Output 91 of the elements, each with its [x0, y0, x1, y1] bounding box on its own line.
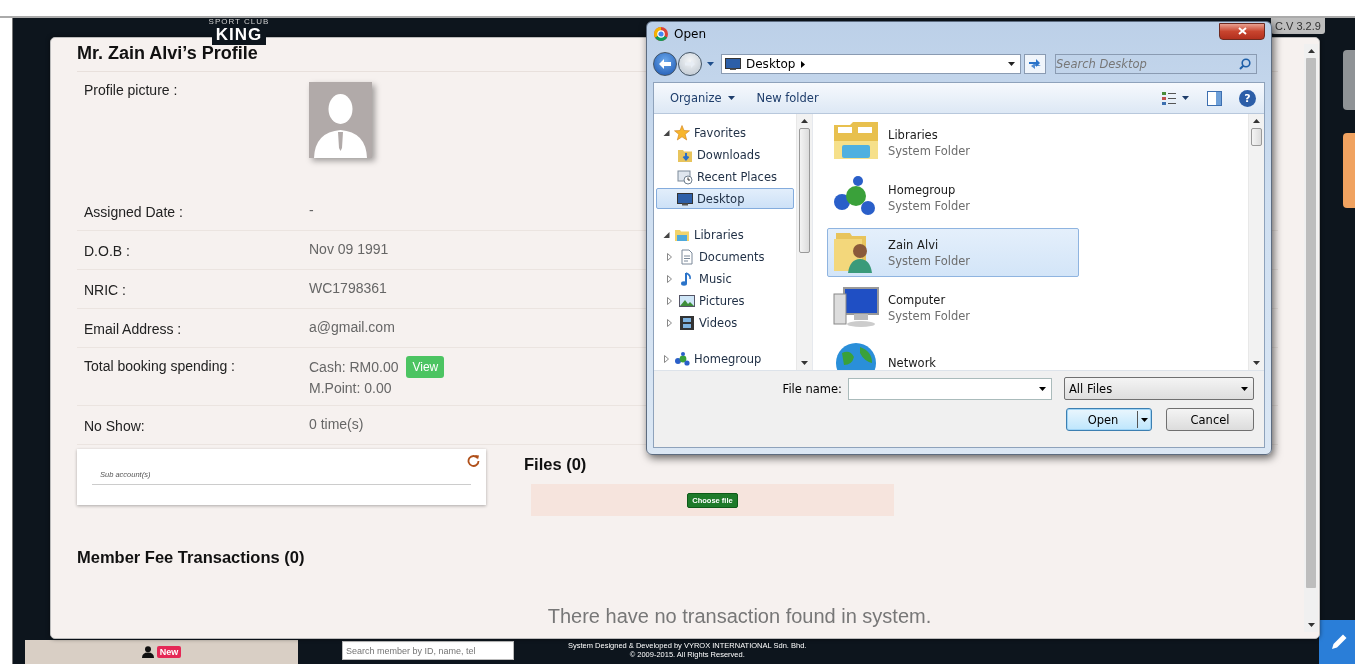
address-bar[interactable]: Desktop: [721, 54, 1021, 74]
recent-places-icon: [677, 168, 693, 185]
field-value: WC1798361: [309, 279, 387, 298]
nav-item[interactable]: Documents: [656, 246, 794, 267]
logo-text: KING: [211, 26, 267, 45]
cancel-button[interactable]: Cancel: [1166, 408, 1254, 431]
dialog-title: Open: [674, 27, 708, 41]
preview-pane-icon: [1207, 90, 1222, 106]
refresh-arrows-icon: [1028, 58, 1042, 70]
nav-item[interactable]: Music: [656, 268, 794, 289]
field-label: Profile picture :: [84, 81, 179, 100]
field-value: -: [309, 201, 314, 220]
file-name-label: File name:: [782, 381, 842, 396]
nav-item[interactable]: Pictures: [656, 290, 794, 311]
member-search-field[interactable]: Search member by ID, name, tel: [342, 641, 514, 660]
logo-subtitle: SPORT CLUB: [207, 18, 271, 26]
file-name-field[interactable]: [848, 377, 1052, 400]
nav-item[interactable]: Videos: [656, 312, 794, 333]
field-label: Total booking spending :: [84, 357, 236, 376]
scroll-up-arrow-icon: [1307, 49, 1315, 53]
field-label: D.O.B :: [84, 242, 131, 261]
files-title: Files (0): [524, 455, 588, 474]
nav-item[interactable]: Desktop: [656, 188, 794, 209]
member-panel[interactable]: New: [25, 640, 298, 664]
dropdown-arrow-icon: [1039, 386, 1046, 391]
empty-message: There have no transaction found in system.: [546, 605, 933, 628]
dropdown-arrow-icon: [1008, 62, 1015, 66]
view-list-icon: [1162, 91, 1176, 105]
back-arrow-icon: [659, 59, 671, 69]
field-label: NRIC :: [84, 281, 127, 300]
monitor-icon: [725, 58, 741, 70]
nav-item[interactable]: Favorites: [656, 122, 794, 143]
scrollbar-thumb[interactable]: [799, 128, 810, 253]
dropdown-arrow-icon: [1141, 417, 1148, 422]
scrollbar-thumb[interactable]: [1251, 128, 1262, 146]
close-icon: [1237, 27, 1247, 35]
scroll-up-arrow-icon: [801, 119, 808, 123]
edit-button[interactable]: [1319, 620, 1355, 664]
field-value: a@gmail.com: [309, 318, 395, 337]
version-badge: C.V 3.2.9: [1271, 18, 1325, 34]
view-options-button[interactable]: [1161, 90, 1190, 106]
new-folder-button[interactable]: New folder: [752, 89, 823, 107]
file-type-dropdown[interactable]: All Files: [1064, 377, 1254, 400]
monitor-icon: [677, 190, 693, 207]
file-item[interactable]: Libraries System Folder: [827, 118, 1079, 167]
nav-item[interactable]: Recent Places: [656, 166, 794, 187]
dropdown-arrow-icon: [1241, 386, 1248, 391]
field-value: Nov 09 1991: [309, 240, 389, 259]
browser-logo-icon: [654, 27, 668, 41]
person-icon: [141, 646, 154, 658]
picture-icon: [679, 292, 695, 309]
organize-menu[interactable]: Organize: [666, 89, 739, 107]
back-button[interactable]: [653, 52, 677, 76]
caret-icon: [1182, 96, 1189, 100]
dropdown-arrow-icon: [707, 62, 714, 66]
transactions-title: Member Fee Transactions (0): [77, 548, 306, 567]
open-button[interactable]: Open: [1066, 408, 1152, 431]
nav-item[interactable]: Downloads: [656, 144, 794, 165]
nav-item[interactable]: Libraries: [656, 224, 794, 245]
scroll-up-arrow-icon: [1253, 119, 1260, 123]
scroll-down-arrow-icon: [801, 361, 808, 365]
scrollbar-thumb[interactable]: [1306, 58, 1316, 588]
scroll-down-arrow-icon: [1307, 623, 1315, 627]
field-value: 0 time(s): [309, 415, 364, 434]
file-item[interactable]: Zain Alvi System Folder: [827, 228, 1079, 277]
refresh-icon: [467, 454, 480, 467]
scroll-down-arrow-icon: [1253, 361, 1260, 365]
forward-button[interactable]: [678, 52, 702, 76]
address-segment[interactable]: Desktop: [746, 57, 796, 71]
film-icon: [679, 314, 695, 331]
field-label: Email Address :: [84, 320, 183, 339]
pencil-icon: [1329, 632, 1349, 652]
document-icon: [679, 248, 695, 265]
field-value: Cash: RM0.00: [309, 358, 399, 377]
chevron-right-icon: [800, 60, 805, 68]
field-value: M.Point: 0.00: [309, 379, 393, 398]
file-item[interactable]: Homegroup System Folder: [827, 173, 1079, 222]
caret-icon: [727, 96, 735, 100]
field-label: Assigned Date :: [84, 203, 184, 222]
nav-item[interactable]: Homegroup: [656, 348, 794, 369]
refresh-button[interactable]: [1024, 54, 1046, 74]
field-label: No Show:: [84, 417, 146, 436]
file-item[interactable]: Computer System Folder: [827, 283, 1079, 332]
help-button[interactable]: ?: [1239, 89, 1256, 107]
homegroup-icon: [674, 350, 690, 367]
close-button[interactable]: [1219, 22, 1265, 40]
preview-pane-button[interactable]: [1206, 89, 1223, 107]
star-icon: [674, 124, 690, 141]
search-field[interactable]: Search Desktop: [1055, 54, 1257, 74]
search-icon: [1239, 58, 1251, 70]
new-badge: New: [156, 646, 182, 658]
